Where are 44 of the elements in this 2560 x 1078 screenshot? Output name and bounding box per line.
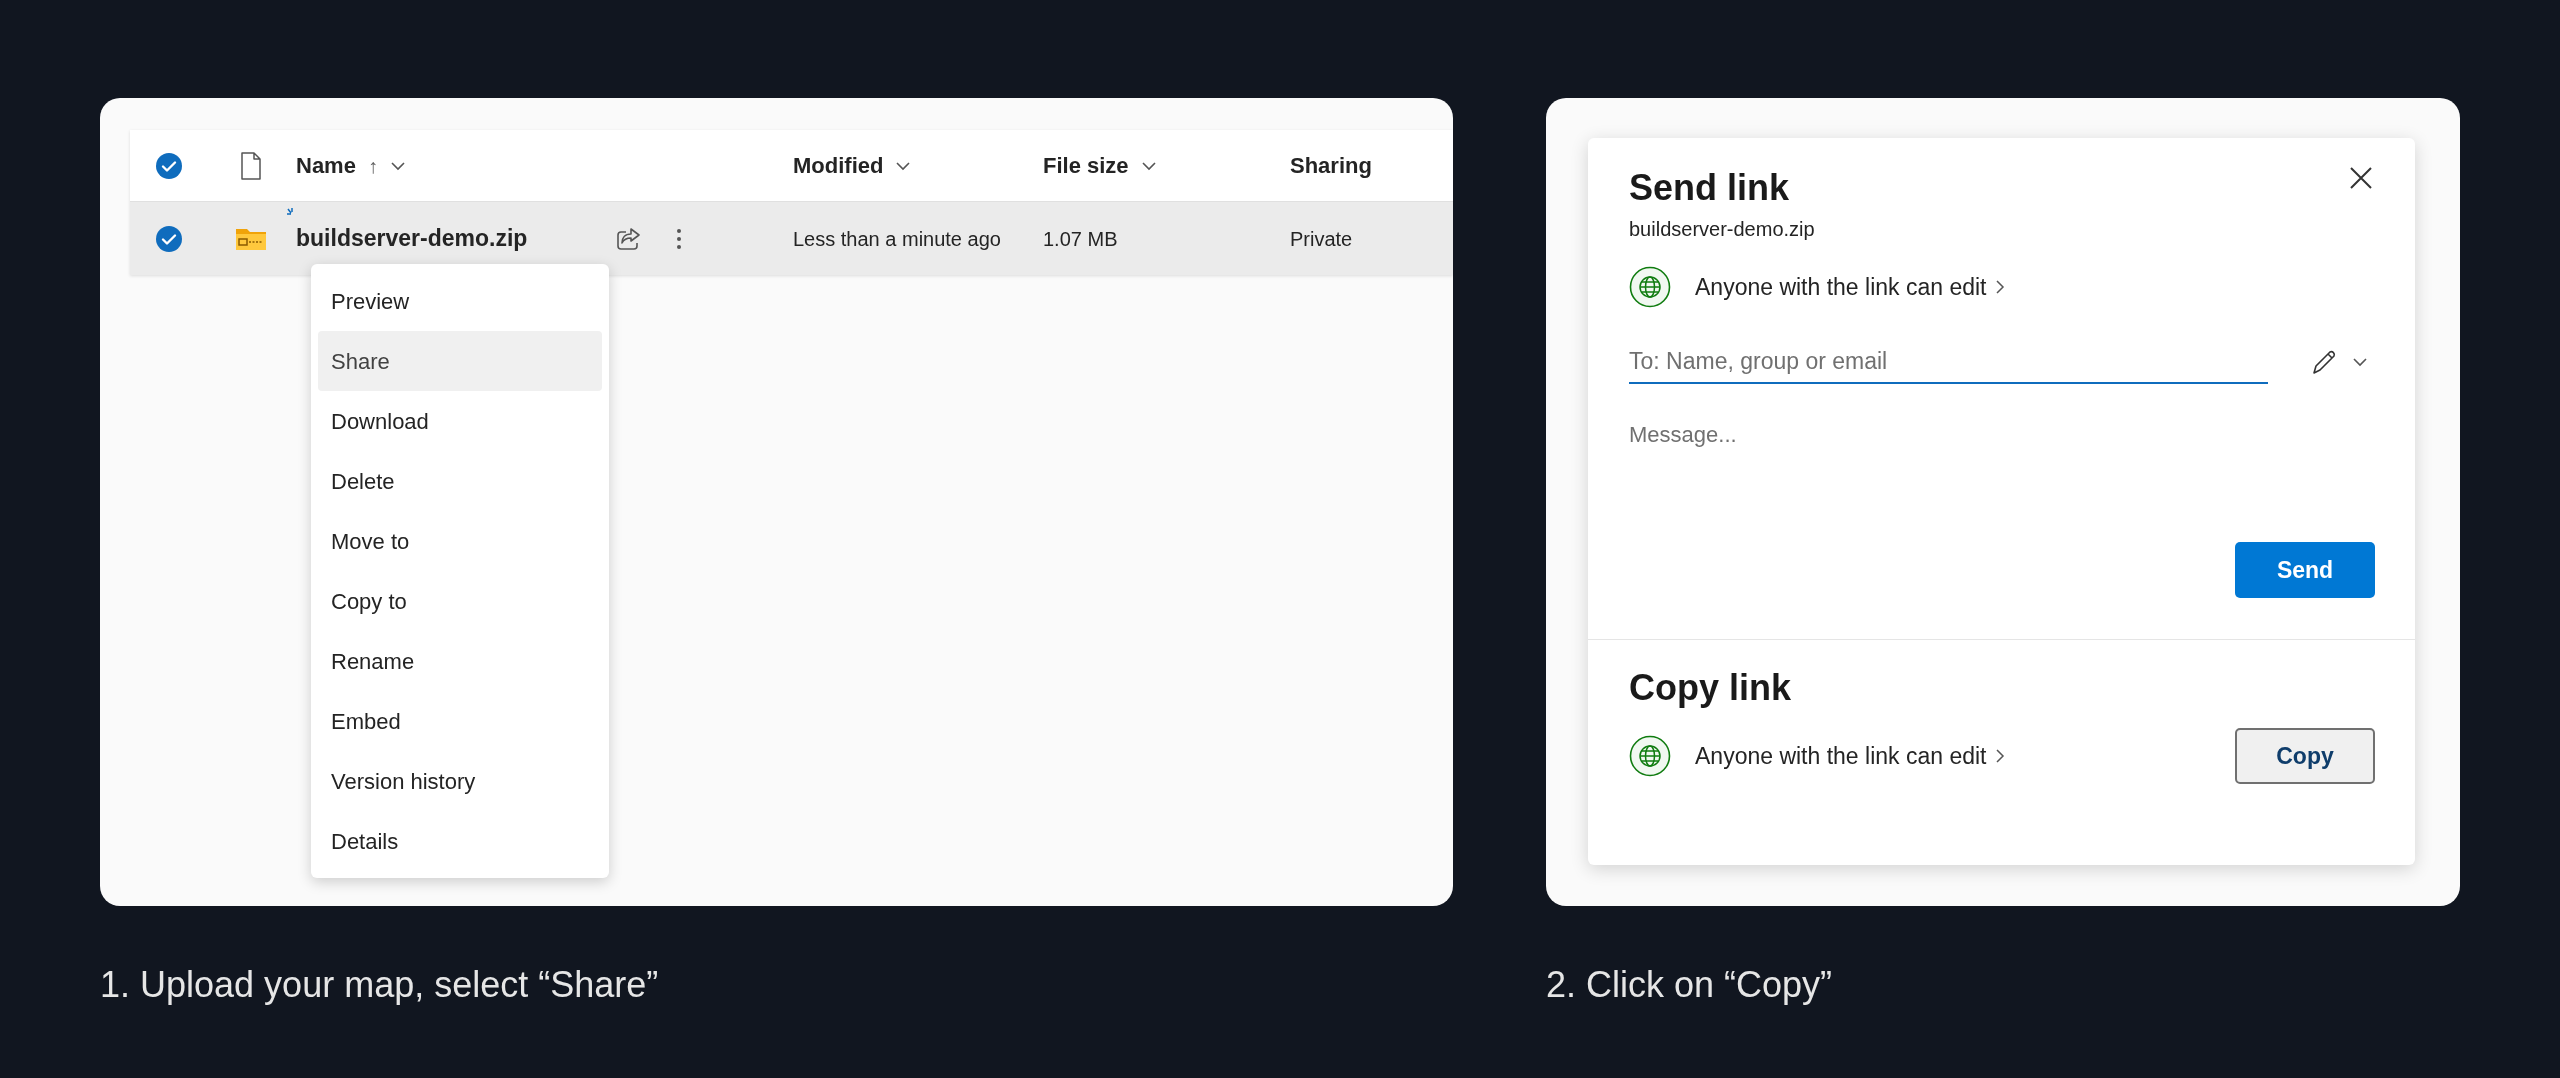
- column-header[interactable]: File size: [1043, 149, 1129, 182]
- message-field[interactable]: Message...: [1629, 418, 2375, 498]
- chevron-down-icon: [1140, 160, 1157, 171]
- file-row[interactable]: buildserver-demo.zip Less than a minute ago 1.07 MB Private: [130, 202, 1453, 275]
- menu-item[interactable]: Rename: [318, 631, 602, 691]
- section-title: Copy link: [1629, 666, 1793, 710]
- menu-item[interactable]: Details: [318, 811, 602, 871]
- copy-button[interactable]: Copy: [2235, 728, 2375, 784]
- file-name[interactable]: buildserver-demo.zip: [296, 221, 616, 256]
- checkbox[interactable]: [154, 224, 183, 253]
- permission-link[interactable]: Anyone with the link can edit: [1695, 738, 2005, 774]
- file-name: buildserver-demo.zip: [1629, 217, 1816, 242]
- modified-cell-text: Less than a minute ago: [793, 226, 1002, 252]
- menu-item[interactable]: Copy to: [318, 571, 602, 631]
- dialog-title: Send link: [1629, 166, 1790, 210]
- chevron-right-icon: [1994, 748, 2005, 764]
- column-header[interactable]: Sharing: [1290, 149, 1372, 182]
- more-options-icon[interactable]: [676, 226, 682, 251]
- menu-item[interactable]: Version history: [318, 751, 602, 811]
- column-header[interactable]: Name: [296, 149, 356, 182]
- sharing-cell-text: Private: [1290, 226, 1354, 252]
- step-caption: 1. Upload your map, select “Share”: [100, 963, 660, 1007]
- chevron-down-icon: [389, 160, 406, 171]
- menu-item[interactable]: Embed: [318, 691, 602, 751]
- send-button[interactable]: Send: [2235, 542, 2375, 598]
- menu-item[interactable]: Delete: [318, 451, 602, 511]
- chevron-down-icon: [895, 160, 912, 171]
- globe-icon: [1629, 735, 1671, 777]
- file-icon: [239, 151, 262, 180]
- chevron-right-icon: [1994, 279, 2005, 295]
- share-icon[interactable]: [616, 226, 642, 251]
- globe-icon: [1629, 266, 1671, 308]
- dropdown-chevron-icon: [2352, 357, 2368, 367]
- sort-arrow: ↑: [367, 153, 378, 179]
- menu-item[interactable]: Share: [318, 331, 602, 391]
- recipient-field[interactable]: To: Name, group or email: [1629, 340, 2268, 384]
- permission-link[interactable]: Anyone with the link can edit: [1695, 269, 2005, 305]
- menu-item[interactable]: Download: [318, 391, 602, 451]
- menu-item[interactable]: Move to: [318, 511, 602, 571]
- checkbox[interactable]: [154, 151, 183, 180]
- column-header[interactable]: Modified: [793, 149, 884, 182]
- size-cell-text: 1.07 MB: [1043, 226, 1119, 252]
- close-icon[interactable]: [2349, 166, 2373, 190]
- step-caption: 2. Click on “Copy”: [1546, 963, 1834, 1007]
